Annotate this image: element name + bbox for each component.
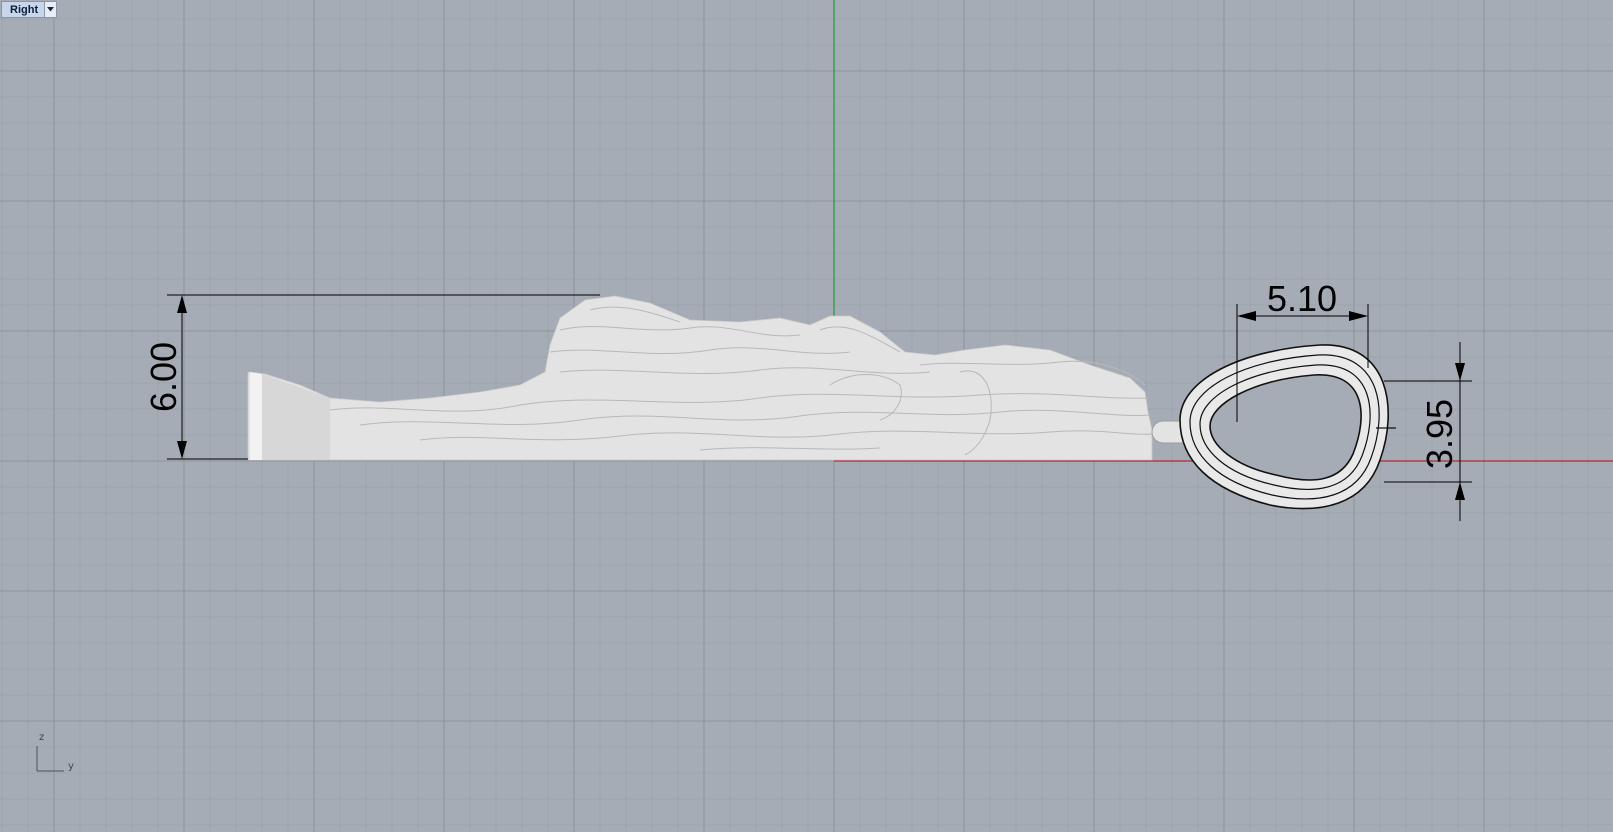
- dimension-width-loop-text: 5.10: [1267, 278, 1337, 319]
- dimension-height-loop-text: 3.95: [1419, 399, 1460, 469]
- axis-label-y: y: [68, 761, 74, 772]
- bail-loop[interactable]: [1179, 344, 1396, 510]
- axis-icon: [36, 746, 64, 772]
- viewport-right[interactable]: 6.00 5.10 3.95 Right z y: [0, 0, 1613, 832]
- viewport-menu-arrow-icon[interactable]: [44, 2, 57, 17]
- dimension-height-main-text: 6.00: [143, 342, 184, 412]
- viewport-title[interactable]: Right: [2, 2, 45, 17]
- viewport-canvas[interactable]: 6.00 5.10 3.95: [0, 0, 1613, 832]
- viewport-tab[interactable]: Right: [1, 1, 58, 18]
- axis-label-z: z: [39, 732, 45, 743]
- relief-model[interactable]: [247, 295, 1153, 461]
